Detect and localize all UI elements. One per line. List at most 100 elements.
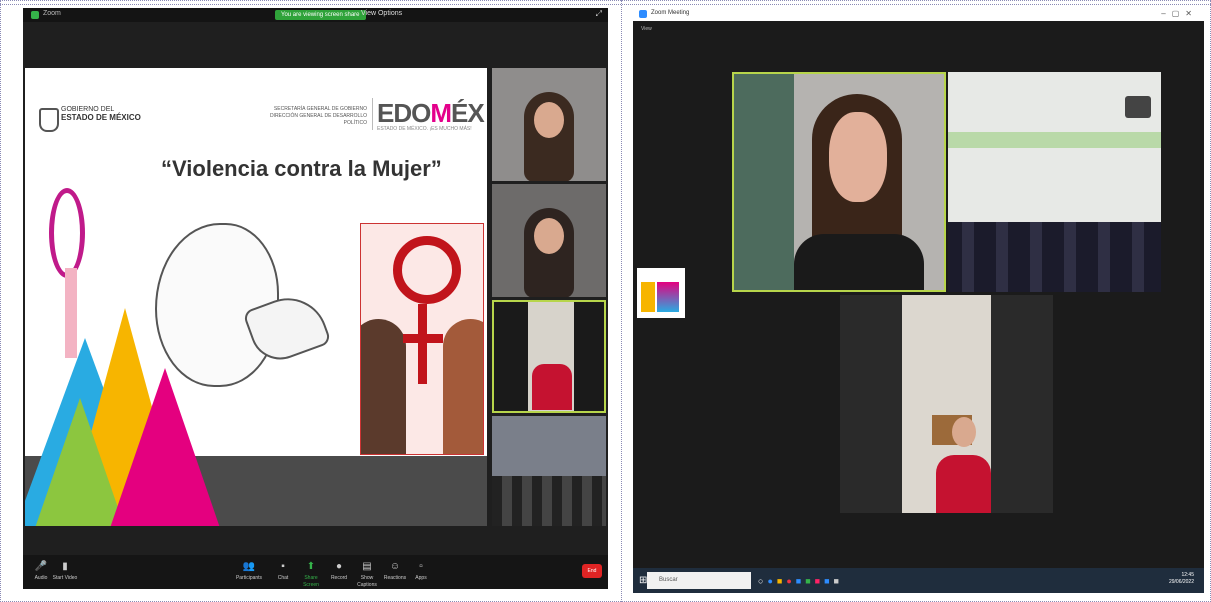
record-label: Record [330, 575, 348, 581]
taskbar-apps[interactable]: ○●■●■■■■■ [758, 576, 843, 586]
edge-icon[interactable]: ● [767, 576, 776, 586]
center-divider [621, 0, 622, 602]
word-icon[interactable]: ■ [796, 576, 805, 586]
explorer-icon[interactable]: ■ [777, 576, 786, 586]
speaker-body [532, 364, 572, 410]
thumb-gradient-block [657, 282, 679, 312]
gov-logo: GOBIERNO DEL ESTADO DE MÉXICO [61, 106, 141, 122]
venus-stem [418, 304, 427, 384]
taskbar-search[interactable]: Buscar [647, 572, 751, 589]
zoom-app-icon [639, 10, 647, 18]
reactions-button[interactable]: ☺ Reactions [381, 561, 409, 582]
venus-bar [403, 334, 443, 343]
pink-venus-icon [49, 188, 85, 278]
woman-illustration-left [361, 319, 406, 454]
slide-title: “Violencia contra la Mujer” [161, 156, 442, 181]
secretaria-text: SECRETARÍA GENERAL DE GOBIERNO DIRECCIÓN… [267, 106, 367, 127]
secretaria-line1: SECRETARÍA GENERAL DE GOBIERNO [273, 106, 367, 112]
start-video-button[interactable]: ▮ Start Video [51, 561, 79, 582]
participant-tile[interactable] [492, 68, 606, 181]
chat-button[interactable]: ▪ Chat [269, 561, 297, 582]
participant-video-tile[interactable] [840, 295, 1053, 513]
share-screen-icon: ⬆ [306, 561, 316, 572]
fullscreen-icon[interactable]: ⤢ [596, 9, 602, 19]
participant-face [534, 218, 564, 254]
security-shield-icon[interactable] [31, 11, 39, 19]
gov-line1: GOBIERNO DEL [61, 106, 115, 113]
view-menu[interactable]: View [641, 26, 652, 32]
participants-label: Participants [235, 575, 263, 581]
windows-taskbar: ⊞ Buscar ○●■●■■■■■ 12:45 29/06/2022 [633, 568, 1204, 593]
apps-label: Apps [415, 575, 427, 581]
chrome-icon[interactable]: ● [786, 576, 795, 586]
speaker-video-tile[interactable] [732, 72, 946, 292]
left-zoom-window: Zoom You are viewing screen share View O… [23, 8, 608, 589]
participant-face [534, 102, 564, 138]
reactions-label: Reactions [383, 575, 407, 581]
meeting-title: Zoom [43, 10, 61, 17]
show-captions-button[interactable]: ▤ Show Captions [353, 561, 381, 589]
brand-prefix: EDO [377, 98, 431, 128]
end-meeting-button[interactable]: End [582, 564, 602, 578]
top-border [0, 4, 1211, 5]
apps-button[interactable]: ▫ Apps [407, 561, 435, 582]
video-icon: ▮ [62, 561, 68, 572]
chat-label: Chat [277, 575, 289, 581]
start-video-label: Start Video [52, 575, 78, 581]
brand-suffix: ÉX [451, 98, 485, 128]
record-icon: ● [335, 561, 343, 572]
background-wall [734, 74, 794, 290]
woman-illustration-right [443, 319, 483, 454]
apps-icon: ▫ [419, 561, 423, 572]
powerpoint-icon[interactable]: ■ [815, 576, 824, 586]
gov-crest-icon [39, 108, 59, 132]
share-screen-button[interactable]: ⬆ Share Screen [297, 561, 325, 589]
window-controls[interactable]: –▢✕ [1161, 9, 1198, 18]
classroom-video-tile[interactable] [948, 72, 1161, 292]
window-titlebar: Zoom Meeting –▢✕ [633, 8, 1204, 21]
reactions-icon: ☺ [389, 561, 401, 572]
taskbar-clock[interactable]: 12:45 29/06/2022 [1169, 572, 1194, 586]
participants-button[interactable]: 👥 Participants [235, 561, 263, 582]
captions-icon: ▤ [362, 561, 372, 572]
record-button[interactable]: ● Record [325, 561, 353, 582]
show-captions-label: Show Captions [357, 575, 377, 588]
edomex-logo: EDOMÉX [377, 98, 485, 129]
venus-symbol-icon [393, 236, 461, 304]
projector-icon [1125, 96, 1151, 118]
meeting-topbar: Zoom You are viewing screen share View O… [23, 8, 608, 22]
participant-face [952, 417, 976, 447]
settings-icon[interactable]: ■ [834, 576, 843, 586]
participant-tile[interactable] [492, 184, 606, 297]
participant-tile[interactable] [492, 416, 606, 526]
shared-slide: GOBIERNO DEL ESTADO DE MÉXICO SECRETARÍA… [25, 68, 487, 526]
participants-icon: 👥 [242, 561, 256, 572]
brand-mid: M [430, 98, 452, 128]
clock-date: 29/06/2022 [1168, 579, 1194, 585]
zoom-task-icon[interactable]: ■ [824, 576, 833, 586]
speaker-face [829, 112, 887, 202]
secretaria-line2: DIRECCIÓN GENERAL DE DESARROLLO POLÍTICO [269, 113, 367, 126]
pink-triangle [110, 368, 220, 526]
students-crowd [948, 222, 1161, 292]
right-zoom-window: Zoom Meeting –▢✕ View ⊞ Buscar ○●■●■■■■■… [633, 8, 1204, 593]
speaker-body [794, 234, 924, 290]
meeting-controls-bar: 🎤 Audio ▮ Start Video 👥 Participants ▪ Chat … [23, 555, 608, 589]
active-speaker-tile[interactable] [492, 300, 606, 413]
shared-content-thumbnail[interactable] [637, 268, 685, 318]
edomex-slogan: ESTADO DE MÉXICO. ¡ES MUCHO MÁS! [377, 126, 472, 132]
share-screen-label: Share Screen [303, 575, 319, 588]
classroom-wall-stripe [948, 132, 1161, 148]
logo-separator [372, 98, 373, 130]
screen-share-banner[interactable]: You are viewing screen share [275, 10, 366, 20]
participant-body [936, 455, 991, 513]
venus-women-card [360, 223, 484, 455]
thumb-yellow-block [641, 282, 655, 312]
gov-line2: ESTADO DE MÉXICO [61, 113, 141, 122]
chat-icon: ▪ [281, 561, 285, 572]
view-options-button[interactable]: View Options [361, 10, 402, 17]
window-title: Zoom Meeting [651, 10, 690, 16]
classroom-crowd [492, 476, 606, 526]
excel-icon[interactable]: ■ [805, 576, 814, 586]
clock-time: 12:45 [1181, 572, 1194, 578]
